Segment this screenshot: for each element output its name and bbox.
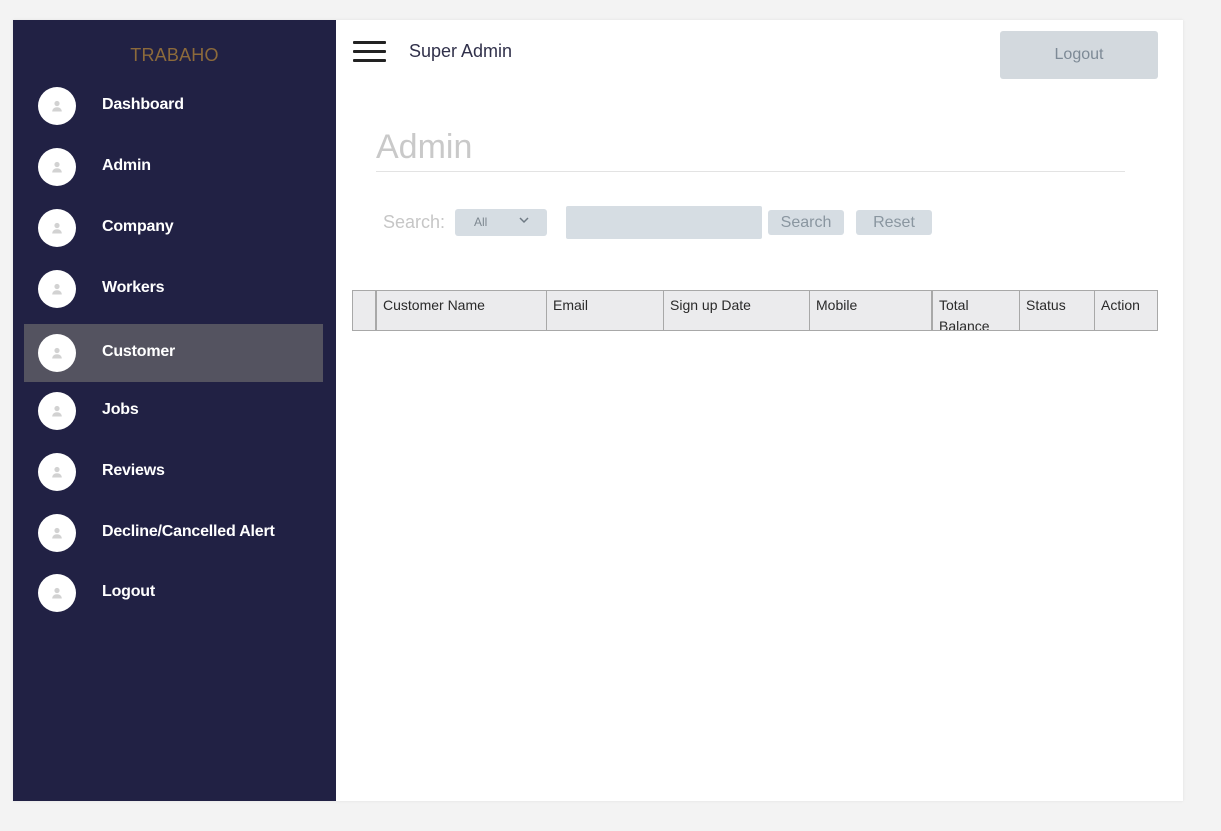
app-frame: TRABAHO Dashboard Admin Company Workers: [13, 20, 1183, 801]
sidebar-item-label: Jobs: [102, 401, 139, 419]
table-header-sign-up-date[interactable]: Sign up Date: [663, 290, 810, 331]
sidebar-item-label: Dashboard: [102, 96, 184, 114]
sidebar-item-decline-cancelled-alert[interactable]: Decline/Cancelled Alert: [24, 504, 323, 562]
table-header-customer-name[interactable]: Customer Name: [376, 290, 547, 331]
sidebar-item-jobs[interactable]: Jobs: [24, 382, 323, 440]
reset-button[interactable]: Reset: [856, 210, 932, 235]
search-filter-select[interactable]: All: [455, 209, 547, 236]
sidebar-item-label: Customer: [102, 343, 176, 361]
table-header-email[interactable]: Email: [546, 290, 664, 331]
sidebar-item-company[interactable]: Company: [24, 199, 323, 257]
table-header-action: Action: [1094, 290, 1158, 331]
header-title: Super Admin: [409, 41, 513, 61]
user-avatar-icon: [38, 514, 76, 552]
brand-logo: TRABAHO: [130, 45, 219, 65]
user-avatar-icon: [38, 209, 76, 247]
search-label: Search:: [383, 212, 446, 232]
sidebar-item-dashboard[interactable]: Dashboard: [24, 77, 323, 135]
search-input[interactable]: [566, 206, 762, 239]
user-avatar-icon: [38, 574, 76, 612]
sidebar: TRABAHO Dashboard Admin Company Workers: [13, 20, 336, 801]
user-avatar-icon: [38, 148, 76, 186]
table-header-status[interactable]: Status: [1019, 290, 1095, 331]
user-avatar-icon: [38, 87, 76, 125]
user-avatar-icon: [38, 453, 76, 491]
sidebar-item-admin[interactable]: Admin: [24, 138, 323, 196]
chevron-down-icon: [519, 217, 529, 224]
sidebar-item-workers[interactable]: Workers: [24, 260, 323, 318]
customer-table-header: Customer Name Email Sign up Date Mobile …: [352, 290, 1158, 333]
sidebar-item-label: Workers: [102, 279, 165, 297]
table-header-total-balance[interactable]: Total Balance: [932, 290, 1020, 331]
page-title: Admin: [376, 128, 473, 166]
sidebar-item-reviews[interactable]: Reviews: [24, 443, 323, 501]
user-avatar-icon: [38, 334, 76, 372]
sidebar-item-customer[interactable]: Customer: [24, 324, 323, 382]
sidebar-item-label: Company: [102, 218, 174, 236]
sidebar-item-label: Reviews: [102, 462, 165, 480]
search-button[interactable]: Search: [768, 210, 844, 235]
user-avatar-icon: [38, 270, 76, 308]
sidebar-item-logout[interactable]: Logout: [24, 564, 323, 622]
hamburger-menu-icon[interactable]: [353, 41, 386, 63]
filter-selected-value: All: [474, 215, 488, 229]
sidebar-item-label: Decline/Cancelled Alert: [102, 523, 275, 541]
sidebar-item-label: Admin: [102, 157, 151, 175]
sidebar-item-label: Logout: [102, 583, 155, 601]
title-divider: [376, 171, 1125, 172]
table-header-checkbox-col: [352, 290, 376, 331]
logout-button[interactable]: Logout: [1000, 31, 1158, 79]
table-header-mobile[interactable]: Mobile: [809, 290, 932, 331]
user-avatar-icon: [38, 392, 76, 430]
